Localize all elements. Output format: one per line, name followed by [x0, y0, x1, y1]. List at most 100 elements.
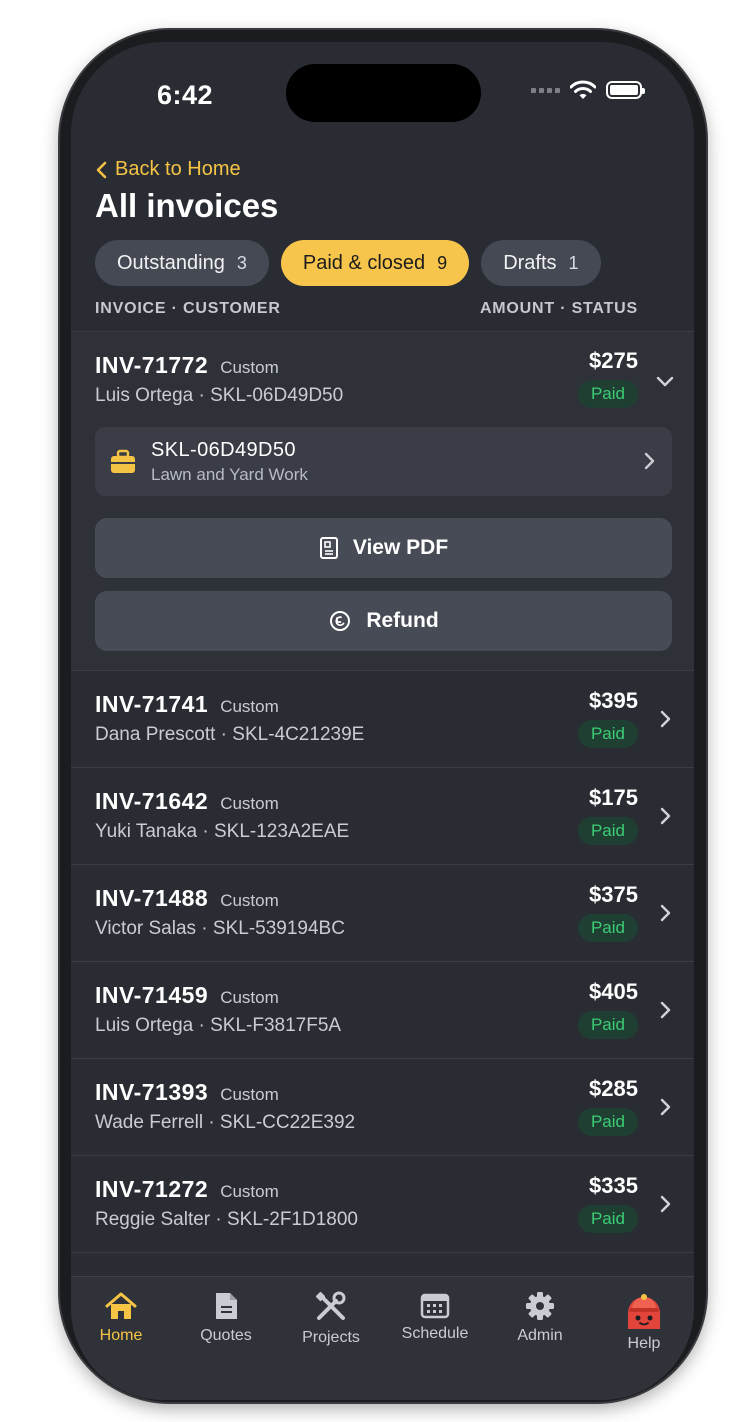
- status-badge: Paid: [577, 1205, 638, 1233]
- pdf-document-icon: [319, 537, 338, 559]
- refund-icon: [330, 611, 351, 631]
- tab-count: 9: [437, 252, 448, 273]
- invoice-type: Custom: [220, 358, 279, 377]
- invoice-amount-status: $275 Paid: [577, 348, 638, 408]
- tab-bar-item-help[interactable]: Help: [599, 1291, 689, 1353]
- refund-label: Refund: [366, 609, 439, 632]
- page-title: All invoices: [95, 187, 279, 224]
- invoice-amount: $275: [589, 348, 638, 373]
- invoice-amount-status: $395 Paid: [577, 688, 638, 748]
- status-badge: Paid: [577, 914, 638, 942]
- wifi-icon: [570, 80, 596, 99]
- tab-outstanding[interactable]: Outstanding 3: [95, 240, 269, 286]
- invoice-type: Custom: [220, 794, 279, 813]
- tab-label: Drafts: [503, 251, 557, 274]
- invoice-type: Custom: [220, 1085, 279, 1104]
- column-headers: INVOICE · CUSTOMER AMOUNT · STATUS: [95, 300, 638, 318]
- invoice-id: INV-71272: [95, 1176, 209, 1202]
- invoice-row[interactable]: INV-71459 Custom Luis Ortega · SKL-F3817…: [71, 962, 694, 1059]
- invoice-id: INV-71393: [95, 1079, 209, 1105]
- tab-label: Paid & closed: [302, 251, 426, 274]
- tab-count: 3: [236, 252, 247, 273]
- chevron-right-icon: [660, 904, 671, 922]
- view-pdf-label: View PDF: [352, 536, 449, 559]
- chevron-right-icon: [660, 1098, 671, 1116]
- status-badge: Paid: [577, 720, 638, 748]
- invoice-type: Custom: [220, 891, 279, 910]
- refund-button[interactable]: Refund: [95, 591, 672, 651]
- invoice-row[interactable]: INV-71741 Custom Dana Prescott · SKL-4C2…: [71, 671, 694, 768]
- tab-paid-closed[interactable]: Paid & closed 9: [280, 240, 470, 286]
- tab-bar-item-projects[interactable]: Projects: [286, 1291, 376, 1347]
- tab-bar-label: Quotes: [200, 1327, 252, 1344]
- column-header-amount-status: AMOUNT · STATUS: [479, 300, 638, 317]
- cellular-signal-icon: [531, 87, 560, 93]
- status-badge: Paid: [577, 380, 638, 408]
- column-header-invoice-customer: INVOICE · CUSTOMER: [95, 300, 281, 317]
- invoice-row[interactable]: INV-71393 Custom Wade Ferrell · SKL-CC22…: [71, 1059, 694, 1156]
- chevron-right-icon: [660, 1001, 671, 1019]
- status-badge: Paid: [577, 1108, 638, 1136]
- chevron-down-icon[interactable]: [654, 370, 676, 392]
- invoice-amount: $375: [589, 882, 638, 907]
- tab-count: 1: [568, 252, 579, 273]
- tab-bar-label: Help: [627, 1335, 661, 1352]
- back-label: Back to Home: [115, 158, 241, 180]
- tab-bar-label: Schedule: [401, 1325, 469, 1342]
- chevron-right-icon: [660, 710, 671, 728]
- document-icon: [216, 1293, 237, 1319]
- status-badge: Paid: [577, 1011, 638, 1039]
- tab-bar-label: Projects: [302, 1329, 360, 1346]
- battery-icon: [606, 81, 645, 99]
- home-icon: [105, 1292, 137, 1319]
- invoice-row[interactable]: INV-71488 Custom Victor Salas · SKL-5391…: [71, 865, 694, 962]
- chevron-right-icon: [660, 807, 671, 825]
- project-text: SKL-06D49D50 Lawn and Yard Work: [151, 439, 308, 485]
- project-link-card[interactable]: SKL-06D49D50 Lawn and Yard Work: [95, 427, 672, 496]
- tab-label: Outstanding: [117, 251, 225, 274]
- invoice-amount: $335: [589, 1173, 638, 1198]
- calendar-icon: [420, 1293, 450, 1319]
- project-code: SKL-06D49D50: [151, 438, 296, 461]
- briefcase-icon: [111, 449, 135, 473]
- invoice-id: INV-71459: [95, 982, 209, 1008]
- invoice-id: INV-71772: [95, 352, 209, 378]
- filter-tabs: Outstanding 3 Paid & closed 9 Drafts 1: [95, 240, 601, 286]
- chevron-right-icon: [644, 452, 655, 470]
- status-badge: Paid: [577, 817, 638, 845]
- status-icons: [531, 80, 645, 100]
- invoice-type: Custom: [220, 697, 279, 716]
- invoice-amount-status: $405 Paid: [577, 979, 638, 1039]
- invoice-amount: $285: [589, 1076, 638, 1101]
- chevron-right-icon: [660, 1195, 671, 1213]
- invoice-id: INV-71741: [95, 691, 209, 717]
- tab-drafts[interactable]: Drafts 1: [481, 240, 601, 286]
- invoice-amount: $395: [589, 688, 638, 713]
- invoice-type: Custom: [220, 988, 279, 1007]
- gear-icon: [526, 1292, 554, 1320]
- helper-mascot-icon: [628, 1294, 660, 1329]
- tab-bar-item-admin[interactable]: Admin: [495, 1291, 585, 1345]
- view-pdf-button[interactable]: View PDF: [95, 518, 672, 578]
- dynamic-island: [286, 64, 481, 122]
- invoice-amount: $405: [589, 979, 638, 1004]
- project-name: Lawn and Yard Work: [151, 464, 308, 484]
- invoice-amount-status: $285 Paid: [577, 1076, 638, 1136]
- chevron-left-icon: [96, 161, 107, 178]
- status-time: 6:42: [157, 80, 214, 110]
- bottom-tab-bar: Home Quotes Projects Schedule Admin Help: [71, 1276, 694, 1400]
- invoice-amount: $175: [589, 785, 638, 810]
- invoice-row[interactable]: INV-71642 Custom Yuki Tanaka · SKL-123A2…: [71, 768, 694, 865]
- back-to-home-link[interactable]: Back to Home: [95, 158, 241, 181]
- tab-bar-label: Admin: [517, 1327, 563, 1344]
- tab-bar-label: Home: [99, 1327, 143, 1344]
- tab-bar-item-schedule[interactable]: Schedule: [390, 1291, 480, 1343]
- expanded-invoice-row[interactable]: INV-71772 Custom Luis Ortega · SKL-06D49…: [71, 332, 694, 670]
- tab-bar-item-quotes[interactable]: Quotes: [181, 1291, 271, 1345]
- invoice-amount-status: $335 Paid: [577, 1173, 638, 1233]
- invoice-amount-status: $175 Paid: [577, 785, 638, 845]
- invoice-amount-status: $375 Paid: [577, 882, 638, 942]
- tab-bar-item-home[interactable]: Home: [76, 1291, 166, 1345]
- invoice-type: Custom: [220, 1182, 279, 1201]
- invoice-row[interactable]: INV-71272 Custom Reggie Salter · SKL-2F1…: [71, 1156, 694, 1253]
